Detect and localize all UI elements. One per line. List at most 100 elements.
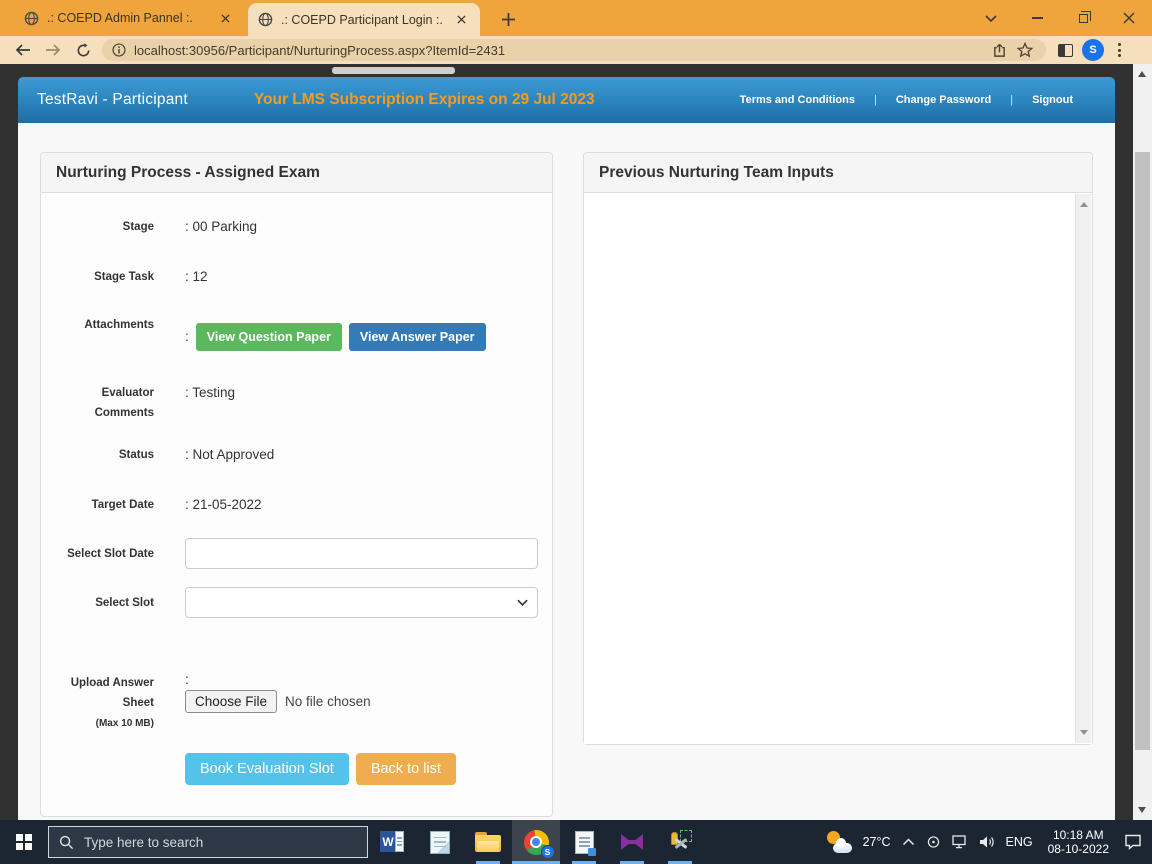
file-explorer-icon	[475, 832, 501, 852]
upload-max-size-label: (Max 10 MB)	[96, 718, 154, 729]
slot-date-row: Select Slot Date	[41, 538, 538, 569]
window-close-icon[interactable]	[1106, 0, 1152, 36]
upload-label-line1: Upload Answer	[71, 677, 154, 689]
slot-date-label: Select Slot Date	[41, 544, 154, 564]
scroll-up-icon[interactable]	[1080, 202, 1088, 207]
tab-favicon-globe-icon	[24, 11, 39, 26]
notepad-icon	[430, 831, 450, 854]
back-icon[interactable]	[8, 37, 38, 63]
browser-toolbar: localhost:30956/Participant/NurturingPro…	[0, 36, 1152, 64]
brand-title: TestRavi - Participant	[37, 91, 188, 109]
view-question-paper-button[interactable]: View Question Paper	[196, 323, 342, 351]
browser-menu-icon[interactable]	[1108, 43, 1131, 57]
bookmark-star-icon[interactable]	[1012, 39, 1038, 61]
tray-chevron-up-icon[interactable]	[902, 838, 915, 846]
window-minimize-icon[interactable]	[1014, 0, 1060, 36]
page-background: TestRavi - Participant Your LMS Subscrip…	[0, 64, 1133, 820]
taskbar-chrome-button[interactable]: S	[512, 820, 560, 864]
slot-row: Select Slot	[41, 587, 538, 618]
link-separator: |	[874, 94, 877, 106]
no-file-chosen-text: No file chosen	[285, 690, 371, 713]
clock-time: 10:18 AM	[1053, 828, 1104, 842]
target-date-label: Target Date	[41, 495, 154, 515]
volume-icon[interactable]	[979, 835, 995, 849]
tab-close-icon[interactable]	[453, 11, 470, 28]
temperature-text[interactable]: 27°C	[863, 835, 891, 849]
windows-taskbar: W S 27°C ENG 10:18 AM 08-10-2022	[0, 820, 1152, 864]
reload-icon[interactable]	[68, 37, 98, 63]
config-tools-icon	[668, 830, 692, 854]
chrome-profile-badge: S	[541, 845, 555, 859]
scroll-down-icon[interactable]	[1138, 807, 1146, 813]
slot-select[interactable]	[185, 587, 538, 618]
taskbar-word-button[interactable]: W	[368, 820, 416, 864]
site-header: TestRavi - Participant Your LMS Subscrip…	[18, 77, 1115, 123]
back-to-list-button[interactable]: Back to list	[356, 753, 456, 785]
clock-date: 08-10-2022	[1048, 842, 1109, 856]
book-evaluation-slot-button[interactable]: Book Evaluation Slot	[185, 753, 349, 785]
panel-scrollbar[interactable]	[1075, 194, 1091, 743]
start-button[interactable]	[0, 820, 48, 864]
visual-studio-icon	[620, 830, 644, 854]
terms-link[interactable]: Terms and Conditions	[740, 94, 855, 106]
taskbar-clock[interactable]: 10:18 AM 08-10-2022	[1044, 828, 1113, 856]
taskbar-notepad-button[interactable]	[416, 820, 464, 864]
language-indicator[interactable]: ENG	[1006, 835, 1033, 849]
taskbar-visual-studio-button[interactable]	[608, 820, 656, 864]
taskbar-config-tools-button[interactable]	[656, 820, 704, 864]
scroll-up-icon[interactable]	[1138, 71, 1146, 77]
new-tab-icon[interactable]	[497, 8, 519, 30]
taskbar-search[interactable]	[48, 826, 368, 858]
site-content: Nurturing Process - Assigned Exam Stage …	[18, 123, 1115, 820]
search-input[interactable]	[84, 835, 314, 850]
view-answer-paper-button[interactable]: View Answer Paper	[349, 323, 486, 351]
slot-date-input[interactable]	[185, 538, 538, 569]
browser-scrollbar-thumb[interactable]	[1135, 152, 1150, 750]
target-date-value: : 21-05-2022	[185, 495, 262, 515]
upload-label-line2: Sheet	[123, 697, 154, 709]
profile-avatar[interactable]: S	[1082, 39, 1104, 61]
stage-label: Stage	[41, 217, 154, 237]
share-icon[interactable]	[986, 39, 1012, 61]
site-info-icon[interactable]	[112, 43, 126, 57]
action-center-icon[interactable]	[1124, 834, 1142, 850]
stage-value: : 00 Parking	[185, 217, 257, 237]
window-restore-icon[interactable]	[1060, 0, 1106, 36]
taskbar-report-app-button[interactable]	[560, 820, 608, 864]
previous-inputs-content	[584, 193, 1092, 744]
tab-coepd-admin[interactable]: .: COEPD Admin Pannel :.	[16, 0, 242, 36]
attachments-row: Attachments : View Question Paper View A…	[41, 315, 538, 351]
weather-icon[interactable]	[826, 831, 852, 853]
change-password-link[interactable]: Change Password	[896, 94, 991, 106]
taskbar-explorer-button[interactable]	[464, 820, 512, 864]
subscription-notice: Your LMS Subscription Expires on 29 Jul …	[254, 91, 595, 109]
upload-row: Upload Answer Sheet (Max 10 MB) : Choose…	[41, 673, 538, 734]
stage-task-label: Stage Task	[41, 267, 154, 287]
windows-logo-icon	[16, 834, 32, 850]
browser-scrollbar[interactable]	[1133, 64, 1152, 820]
choose-file-button[interactable]: Choose File	[185, 690, 277, 713]
side-panel-icon[interactable]	[1052, 39, 1078, 61]
signout-link[interactable]: Signout	[1032, 94, 1073, 106]
network-icon[interactable]	[952, 835, 968, 849]
tab-favicon-globe-icon	[258, 12, 273, 27]
actions-row: Book Evaluation Slot Back to list	[41, 753, 538, 785]
tab-close-icon[interactable]	[217, 10, 234, 27]
scroll-down-icon[interactable]	[1080, 730, 1088, 735]
address-bar[interactable]: localhost:30956/Participant/NurturingPro…	[102, 39, 1046, 61]
previous-inputs-panel: Previous Nurturing Team Inputs	[583, 152, 1093, 745]
search-icon	[59, 835, 74, 850]
chevron-down-icon	[517, 599, 528, 606]
tab-coepd-participant[interactable]: .: COEPD Participant Login :.	[248, 3, 480, 36]
status-label: Status	[41, 445, 154, 465]
window-menu-chevron-icon[interactable]	[968, 0, 1014, 36]
forward-icon[interactable]	[38, 37, 68, 63]
slot-label: Select Slot	[41, 593, 154, 613]
tray-cast-icon[interactable]	[926, 835, 941, 849]
evaluator-comments-value: : Testing	[185, 383, 235, 423]
status-value: : Not Approved	[185, 445, 274, 465]
target-date-row: Target Date : 21-05-2022	[41, 495, 538, 515]
tab-title: .: COEPD Participant Login :.	[281, 13, 445, 27]
browser-titlebar: .: COEPD Admin Pannel :. .: COEPD Partic…	[0, 0, 1152, 36]
horizontal-scrollbar-thumb[interactable]	[332, 67, 455, 74]
